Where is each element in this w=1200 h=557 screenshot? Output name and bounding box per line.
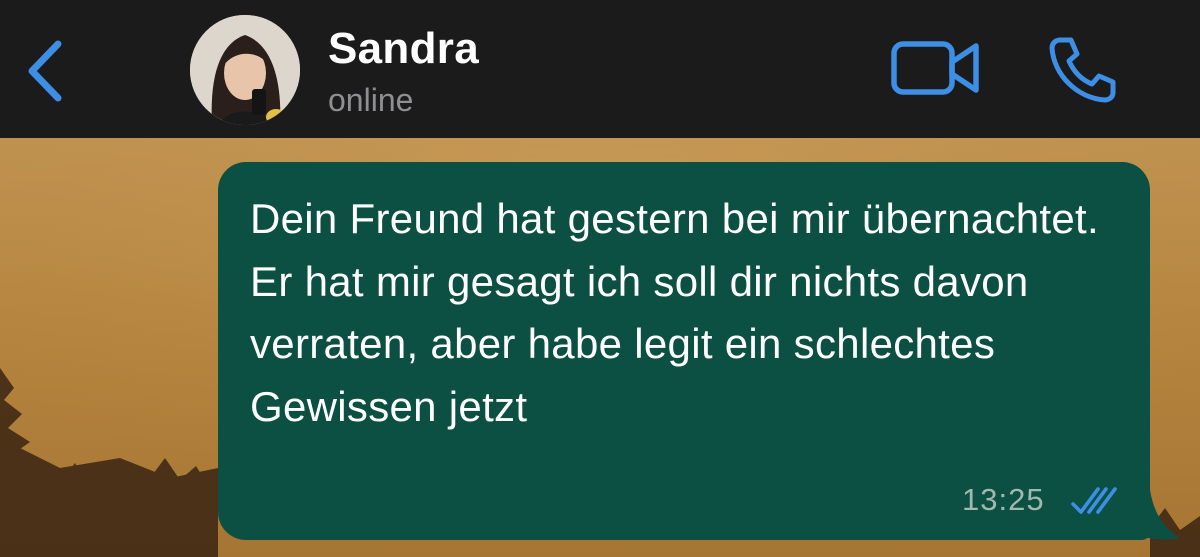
back-button[interactable]: [22, 38, 70, 104]
double-check-icon: [1071, 487, 1117, 514]
outgoing-message-bubble[interactable]: Dein Freund hat gestern bei mir übernach…: [218, 162, 1150, 540]
video-camera-icon: [891, 41, 979, 95]
contact-status: online: [328, 82, 414, 118]
voice-call-button[interactable]: [1046, 34, 1118, 104]
avatar[interactable]: [190, 15, 300, 125]
chevron-left-icon: [28, 40, 62, 102]
video-call-button[interactable]: [890, 38, 982, 100]
avatar-image: [190, 15, 300, 125]
contact-name[interactable]: Sandra: [328, 24, 479, 74]
message-time: 13:25: [962, 482, 1045, 517]
message-text: Dein Freund hat gestern bei mir übernach…: [250, 195, 1099, 430]
bubble-tail: [1126, 490, 1180, 540]
phone-icon: [1049, 37, 1116, 103]
chat-header: Sandra online: [0, 0, 1200, 138]
chat-area[interactable]: Dein Freund hat gestern bei mir übernach…: [0, 138, 1200, 557]
